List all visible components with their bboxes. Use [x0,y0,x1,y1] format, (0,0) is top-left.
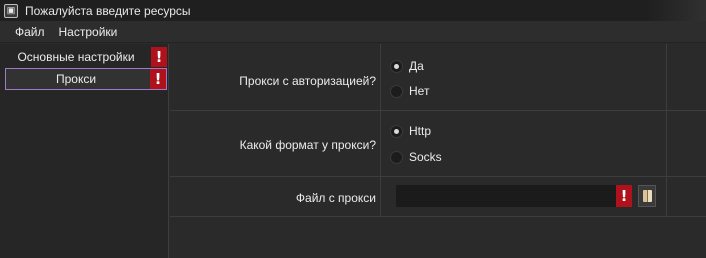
browse-file-button[interactable] [638,185,656,207]
radio-unchecked-icon [390,150,403,164]
column-divider [380,111,381,176]
radio-label: Да [409,59,424,73]
proxy-file-label: Файл с прокси [295,191,376,205]
radio-label: Нет [409,84,430,98]
window-title: Пожалуйста введите ресурсы [25,3,191,18]
menu-bar: Файл Настройки [0,21,706,43]
proxy-auth-row: Прокси с авторизацией? Да Нет [170,44,706,111]
menu-settings[interactable]: Настройки [52,21,125,43]
sidebar-item-main-settings[interactable]: Основные настройки ! [5,46,167,68]
title-glare [646,0,706,21]
radio-label: Socks [409,150,442,164]
warning-icon: ! [150,69,166,89]
title-bar: ▣ Пожалуйста введите ресурсы [0,0,706,21]
radio-unchecked-icon [390,84,403,98]
radio-format-socks[interactable]: Socks [390,150,442,164]
settings-panel: Прокси с авторизацией? Да Нет Какой форм… [170,44,706,258]
radio-checked-icon [390,124,403,138]
sidebar-item-proxy[interactable]: Прокси ! [5,68,167,90]
proxy-format-row: Какой формат у прокси? Http Socks [170,111,706,177]
column-divider [380,44,381,110]
proxy-auth-label: Прокси с авторизацией? [239,74,376,88]
column-divider [666,111,667,176]
menu-file[interactable]: Файл [8,21,52,43]
book-icon [642,190,652,202]
radio-auth-yes[interactable]: Да [390,59,424,73]
radio-label: Http [409,124,432,138]
proxy-file-input[interactable] [396,185,632,207]
proxy-format-label: Какой формат у прокси? [239,138,376,152]
radio-auth-no[interactable]: Нет [390,84,429,98]
sidebar-item-label: Прокси [55,72,97,86]
app-icon: ▣ [4,3,18,18]
sidebar-item-label: Основные настройки [17,50,135,64]
radio-format-http[interactable]: Http [390,124,431,138]
warning-icon: ! [151,47,167,67]
sidebar: Основные настройки ! Прокси ! [0,44,169,258]
warning-icon: ! [616,185,632,207]
column-divider [666,177,667,216]
proxy-file-row: Файл с прокси ! [170,177,706,217]
column-divider [380,177,381,216]
column-divider [666,44,667,110]
radio-checked-icon [390,59,403,73]
